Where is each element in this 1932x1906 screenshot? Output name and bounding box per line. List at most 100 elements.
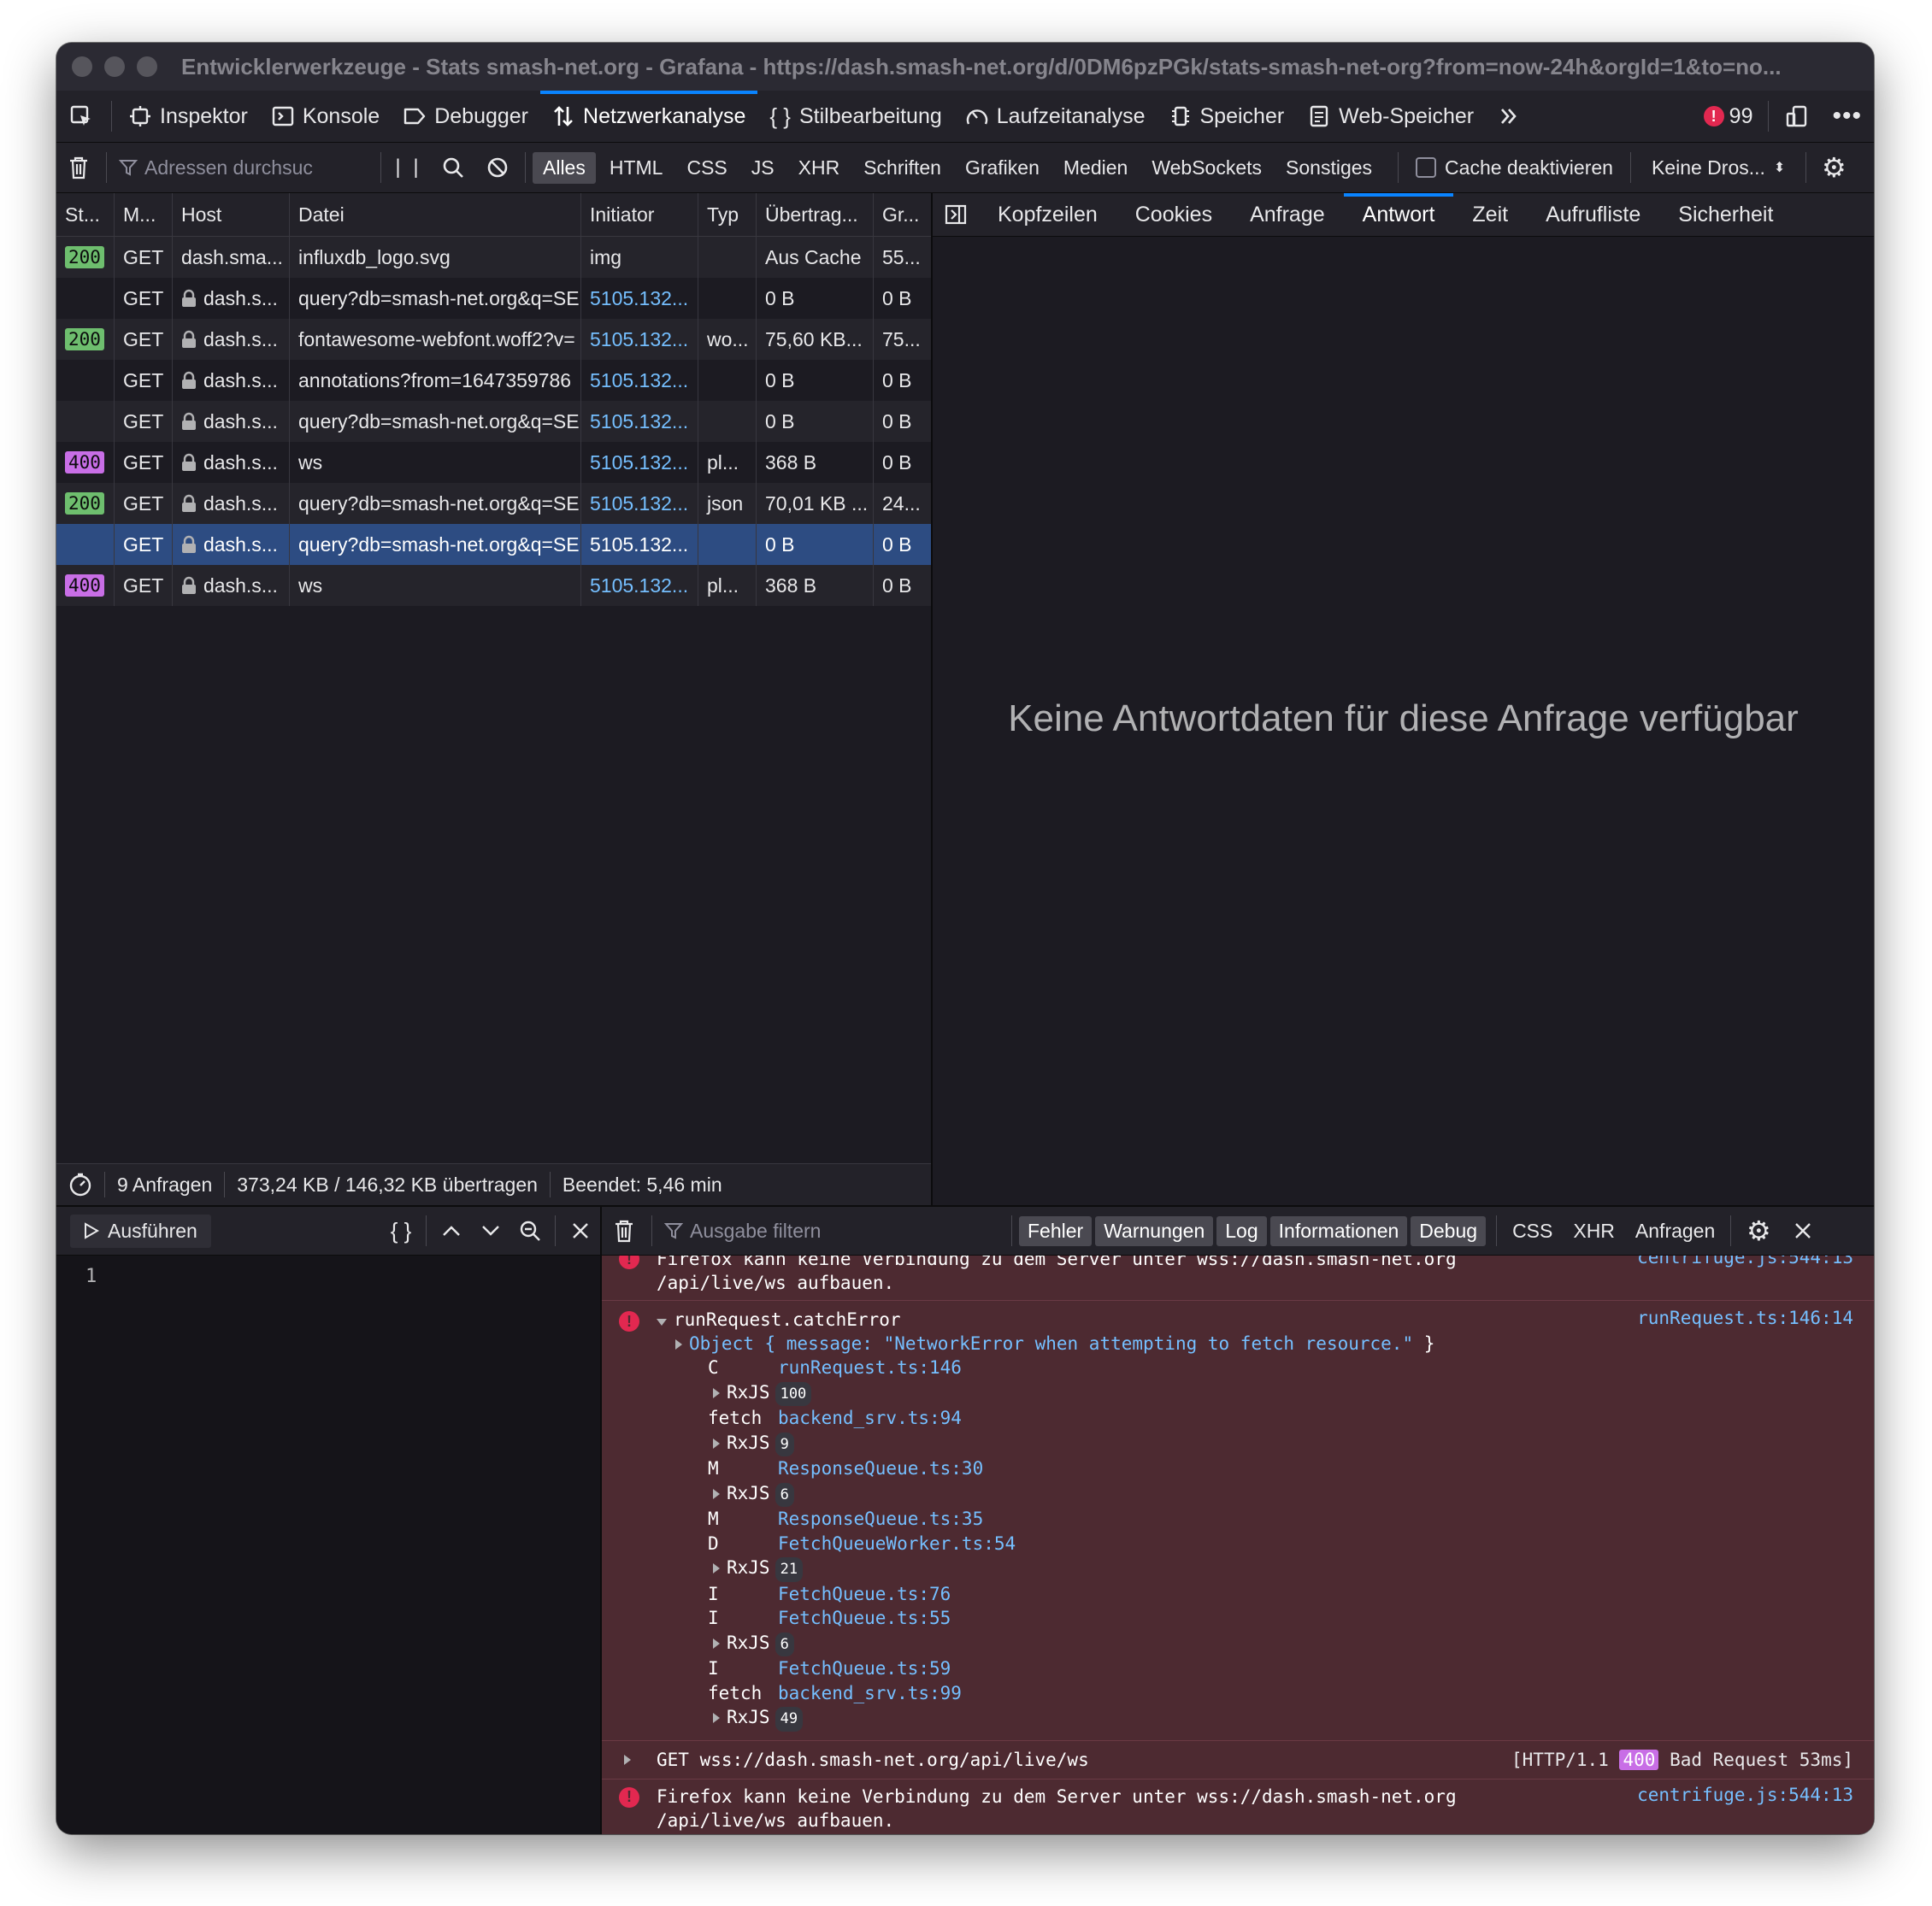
reverse-search-button[interactable] xyxy=(510,1214,550,1248)
tab-memory[interactable]: Speicher xyxy=(1157,91,1297,142)
filter-type-xhr[interactable]: XHR xyxy=(788,152,851,184)
tab-style-editor[interactable]: { } Stilbearbeitung xyxy=(757,91,953,142)
frame-location-link[interactable]: FetchQueue.ts:76 xyxy=(778,1584,951,1604)
tab-debugger[interactable]: Debugger xyxy=(392,91,540,142)
message-source-link[interactable]: centrifuge.js:544:13 xyxy=(1637,1256,1853,1268)
history-down-button[interactable] xyxy=(471,1214,510,1248)
frame-location-link[interactable]: FetchQueue.ts:59 xyxy=(778,1658,951,1679)
filter-requests[interactable]: Anfragen xyxy=(1625,1220,1725,1243)
console-filter-input[interactable]: Ausgabe filtern xyxy=(657,1220,1006,1243)
request-row[interactable]: GET dash.s... annotations?from=1647359786 5… xyxy=(56,360,931,401)
filter-type-fonts[interactable]: Schriften xyxy=(853,152,951,184)
filter-type-media[interactable]: Medien xyxy=(1053,152,1138,184)
column-type[interactable]: Typ xyxy=(698,193,757,236)
tab-headers[interactable]: Kopfzeilen xyxy=(979,193,1116,236)
network-message[interactable]: GET wss://dash.smash-net.org/api/live/ws… xyxy=(602,1740,1874,1780)
error-count-badge[interactable]: ! 99 xyxy=(1693,104,1764,129)
cell-initiator[interactable]: 5105.132... xyxy=(581,565,698,606)
filter-type-all[interactable]: Alles xyxy=(533,151,596,184)
collapse-triangle-icon[interactable] xyxy=(657,1319,667,1326)
rxjs-group[interactable]: RxJS 21 xyxy=(708,1556,1874,1582)
tab-stack-trace[interactable]: Aufrufliste xyxy=(1527,193,1659,236)
filter-xhr[interactable]: XHR xyxy=(1563,1220,1625,1243)
rxjs-group[interactable]: RxJS 6 xyxy=(708,1481,1874,1507)
filter-type-other[interactable]: Sonstiges xyxy=(1275,152,1382,184)
minimize-window-button[interactable] xyxy=(104,56,125,77)
filter-level-warnings[interactable]: Warnungen xyxy=(1095,1215,1214,1246)
column-status[interactable]: St... xyxy=(56,193,115,236)
expand-triangle-icon[interactable] xyxy=(713,1713,720,1723)
cell-initiator[interactable]: 5105.132... xyxy=(581,278,698,319)
filter-type-css[interactable]: CSS xyxy=(676,152,737,184)
cell-initiator[interactable]: 5105.132... xyxy=(581,319,698,360)
expand-triangle-icon[interactable] xyxy=(713,1438,720,1449)
request-row[interactable]: 200 GET dash.s... query?db=smash-net.org&q=… xyxy=(56,483,931,524)
cell-initiator[interactable]: 5105.132... xyxy=(581,483,698,524)
message-source-link[interactable]: runRequest.ts:146:14 xyxy=(1637,1308,1853,1328)
column-size[interactable]: Gr... xyxy=(874,193,931,236)
cell-initiator[interactable]: 5105.132... xyxy=(581,360,698,401)
close-window-button[interactable] xyxy=(72,56,92,77)
request-row[interactable]: 400 GET dash.s... ws 5105.132... pl... 368 B 0 … xyxy=(56,565,931,606)
cell-initiator[interactable]: 5105.132... xyxy=(581,401,698,442)
search-button[interactable] xyxy=(436,150,470,185)
frame-location-link[interactable]: backend_srv.ts:94 xyxy=(778,1408,962,1428)
tab-console[interactable]: Konsole xyxy=(260,91,392,142)
expand-triangle-icon[interactable] xyxy=(713,1638,720,1649)
dock-options-button[interactable] xyxy=(1774,91,1820,142)
clear-console-button[interactable] xyxy=(607,1214,641,1248)
filter-level-info[interactable]: Informationen xyxy=(1269,1215,1408,1246)
expand-triangle-icon[interactable] xyxy=(713,1563,720,1574)
element-picker-button[interactable] xyxy=(56,91,106,142)
tab-response[interactable]: Antwort xyxy=(1343,193,1454,236)
tab-network[interactable]: Netzwerkanalyse xyxy=(540,91,758,142)
column-initiator[interactable]: Initiator xyxy=(581,193,698,236)
filter-level-log[interactable]: Log xyxy=(1216,1215,1267,1246)
rxjs-group[interactable]: RxJS 49 xyxy=(708,1705,1874,1732)
tab-performance[interactable]: Laufzeitanalyse xyxy=(954,91,1157,142)
url-filter-input[interactable]: Adressen durchsuc xyxy=(112,156,375,179)
filter-type-websockets[interactable]: WebSockets xyxy=(1141,152,1272,184)
block-button[interactable] xyxy=(480,150,515,185)
tab-inspector[interactable]: Inspektor xyxy=(117,91,260,142)
performance-analysis-button[interactable] xyxy=(56,1172,105,1197)
tab-timings[interactable]: Zeit xyxy=(1453,193,1527,236)
clear-requests-button[interactable] xyxy=(62,150,96,185)
toggle-sidebar-button[interactable] xyxy=(933,193,979,236)
disable-cache-toggle[interactable]: Cache deaktivieren xyxy=(1404,156,1625,179)
maximize-window-button[interactable] xyxy=(137,56,157,77)
rxjs-group[interactable]: RxJS 9 xyxy=(708,1431,1874,1456)
message-source-link[interactable]: centrifuge.js:544:13 xyxy=(1637,1785,1853,1805)
filter-type-html[interactable]: HTML xyxy=(599,152,674,184)
rxjs-group[interactable]: RxJS 100 xyxy=(708,1380,1874,1406)
network-settings-button[interactable]: ⚙ xyxy=(1817,150,1851,185)
filter-level-debug[interactable]: Debug xyxy=(1411,1215,1487,1246)
filter-level-errors[interactable]: Fehler xyxy=(1019,1215,1093,1246)
pretty-print-button[interactable]: { } xyxy=(381,1214,421,1248)
tab-storage[interactable]: Web-Speicher xyxy=(1296,91,1486,142)
frame-location-link[interactable]: FetchQueueWorker.ts:54 xyxy=(778,1533,1016,1554)
close-editor-button[interactable] xyxy=(561,1214,600,1248)
cell-initiator[interactable]: 5105.132... xyxy=(581,524,698,565)
tab-security[interactable]: Sicherheit xyxy=(1659,193,1792,236)
request-row[interactable]: GET dash.s... query?db=smash-net.org&q=SE 5… xyxy=(56,524,931,565)
frame-location-link[interactable]: backend_srv.ts:99 xyxy=(778,1683,962,1703)
history-up-button[interactable] xyxy=(432,1214,471,1248)
expand-triangle-icon[interactable] xyxy=(713,1387,720,1398)
column-transferred[interactable]: Übertrag... xyxy=(757,193,874,236)
pause-button[interactable]: | | xyxy=(392,150,426,185)
run-button[interactable]: Ausführen xyxy=(70,1214,211,1248)
expand-triangle-icon[interactable] xyxy=(675,1339,682,1350)
column-file[interactable]: Datei xyxy=(290,193,581,236)
close-split-console-button[interactable] xyxy=(1786,1214,1820,1248)
tab-cookies[interactable]: Cookies xyxy=(1116,193,1231,236)
request-row[interactable]: 200 GET dash.s... fontawesome-webfont.woff2… xyxy=(56,319,931,360)
expand-triangle-icon[interactable] xyxy=(624,1754,631,1765)
filter-css[interactable]: CSS xyxy=(1502,1220,1563,1243)
frame-location-link[interactable]: ResponseQueue.ts:35 xyxy=(778,1509,983,1529)
filter-type-js[interactable]: JS xyxy=(741,152,785,184)
disable-cache-checkbox[interactable] xyxy=(1416,157,1437,178)
column-host[interactable]: Host xyxy=(173,193,290,236)
rxjs-group[interactable]: RxJS 6 xyxy=(708,1631,1874,1656)
editor-input[interactable]: 1 xyxy=(56,1256,600,1834)
